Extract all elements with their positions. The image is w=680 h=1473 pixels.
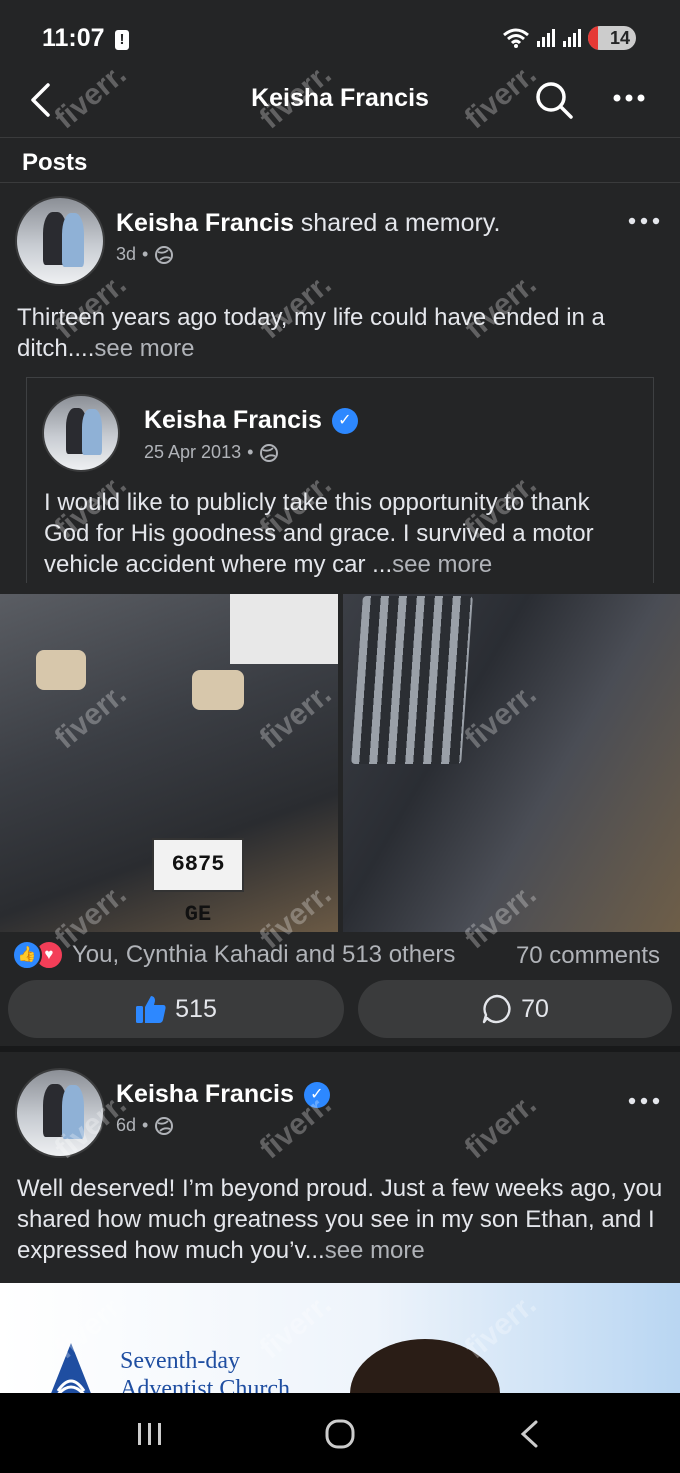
reactions-text: You, Cynthia Kahadi and 513 others (72, 941, 456, 968)
signal-icon (537, 29, 555, 47)
like-button[interactable]: 515 (8, 980, 344, 1038)
post-photo-car-rear[interactable]: 6875 GE (0, 594, 338, 932)
home-icon[interactable] (325, 1419, 355, 1449)
avatar[interactable] (15, 1068, 105, 1158)
post-author-name[interactable]: Keisha Francis (116, 209, 294, 237)
license-plate: 6875 GE (152, 838, 244, 927)
section-divider (0, 182, 680, 183)
more-options-button[interactable] (612, 86, 646, 115)
comments-count-link[interactable]: 70 comments (516, 942, 660, 970)
comment-button[interactable]: 70 (358, 980, 672, 1038)
comment-icon (482, 994, 511, 1024)
shared-post-header: Keisha Francis ✓ (144, 406, 358, 435)
verified-badge-icon: ✓ (303, 1081, 330, 1108)
globe-icon (155, 1116, 174, 1135)
banner-text: Seventh-day Adventist Church (120, 1347, 290, 1393)
reactions-summary[interactable]: 👍 ♥ You, Cynthia Kahadi and 513 others (12, 940, 455, 970)
post-author-name[interactable]: Keisha Francis (116, 1080, 294, 1109)
wifi-icon (503, 28, 529, 48)
watermark: fiverr. (458, 1087, 543, 1166)
post-text: Thirteen years ago today, my life could … (17, 302, 667, 364)
post-image-banner[interactable]: Seventh-day Adventist Church (0, 1283, 680, 1393)
globe-icon (260, 443, 279, 462)
post-action: shared a memory. (293, 209, 501, 237)
post-time[interactable]: 6d (116, 1115, 136, 1136)
banner-line-2: Adventist Church (120, 1376, 290, 1393)
post-options-button[interactable] (627, 206, 661, 238)
post-meta: 6d • (116, 1115, 174, 1136)
see-more-link[interactable]: see more (325, 1237, 425, 1264)
banner-line-1: Seventh-day (120, 1348, 240, 1374)
more-horizontal-icon (628, 1097, 660, 1105)
status-time: 11:07 (42, 24, 105, 52)
thumbs-up-icon (136, 996, 166, 1023)
comment-count: 70 (521, 994, 549, 1023)
back-nav-icon[interactable] (518, 1419, 540, 1449)
post-header-line: Keisha Francis ✓ (116, 1080, 330, 1109)
more-horizontal-icon (613, 94, 645, 102)
post-header-line: Keisha Francis shared a memory. (116, 209, 500, 238)
header-divider (0, 137, 680, 138)
church-logo-icon (51, 1343, 91, 1393)
signal-icon-2 (563, 29, 581, 47)
post-time[interactable]: 3d (116, 244, 136, 265)
post-photo-car-front[interactable] (343, 594, 680, 932)
shared-author-name[interactable]: Keisha Francis (144, 406, 322, 435)
verified-badge-icon: ✓ (331, 407, 358, 434)
shared-post-text: I would like to publicly take this oppor… (44, 487, 640, 580)
post-text: Well deserved! I’m beyond proud. Just a … (17, 1173, 667, 1266)
post-meta: 3d • (116, 244, 174, 265)
battery-level: 14 (609, 28, 630, 48)
globe-icon (155, 245, 174, 264)
post-options-button[interactable] (627, 1086, 661, 1118)
recent-apps-icon[interactable] (136, 1421, 164, 1447)
search-icon (536, 82, 573, 119)
see-more-link[interactable]: see more (94, 335, 194, 362)
post-separator (0, 1046, 680, 1052)
shared-post-meta: 25 Apr 2013 • (144, 442, 279, 463)
section-title: Posts (22, 149, 88, 176)
like-count: 515 (175, 994, 217, 1023)
battery-indicator: 14 (588, 26, 636, 50)
system-nav-bar (0, 1393, 680, 1473)
shared-post-date[interactable]: 25 Apr 2013 (144, 442, 241, 463)
avatar[interactable] (15, 196, 105, 286)
status-icons: 14 (502, 26, 636, 50)
like-reaction-icon: 👍 (12, 940, 42, 970)
see-more-link[interactable]: see more (392, 551, 492, 578)
shared-post-text-content: I would like to publicly take this oppor… (44, 489, 594, 578)
page-title: Keisha Francis (251, 84, 429, 112)
alert-icon: ! (115, 30, 129, 50)
more-horizontal-icon (628, 217, 660, 225)
banner-person-image (350, 1339, 500, 1393)
avatar[interactable] (42, 394, 120, 472)
search-button[interactable] (534, 80, 574, 125)
